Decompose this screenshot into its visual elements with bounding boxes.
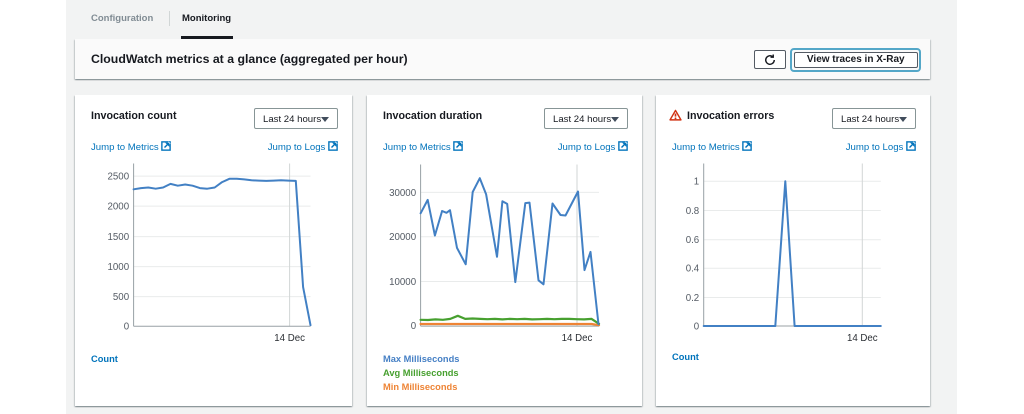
svg-text:0.6: 0.6 [686,235,699,246]
svg-text:0: 0 [694,321,700,332]
svg-text:0.2: 0.2 [686,293,699,304]
svg-text:0.8: 0.8 [686,206,699,217]
svg-text:14 Dec: 14 Dec [847,333,878,344]
svg-text:14 Dec: 14 Dec [562,333,593,344]
svg-text:2500: 2500 [108,172,130,183]
svg-text:500: 500 [113,292,130,303]
svg-text:0.4: 0.4 [686,264,700,275]
svg-text:30000: 30000 [389,188,417,199]
svg-text:2000: 2000 [108,202,130,213]
svg-text:0: 0 [411,321,417,332]
svg-text:1: 1 [694,177,699,188]
svg-text:14 Dec: 14 Dec [274,333,305,344]
svg-text:10000: 10000 [389,277,417,288]
svg-text:1000: 1000 [108,262,130,273]
svg-text:1500: 1500 [108,232,130,243]
svg-text:20000: 20000 [389,232,417,243]
svg-text:0: 0 [124,322,130,333]
